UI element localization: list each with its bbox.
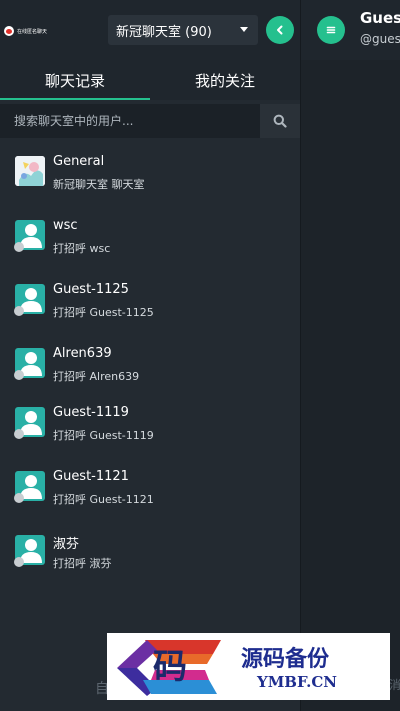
panel-divider <box>300 0 301 711</box>
chat-name: 淑芬 <box>53 537 80 552</box>
list-item[interactable]: Guest-1119 打招呼 Guest-1119 <box>0 393 300 449</box>
list-item[interactable]: Alren639 打招呼 Alren639 <box>0 334 300 390</box>
chat-subtitle: 打招呼 Guest-1119 <box>53 429 154 442</box>
chat-name: Guest-1119 <box>53 405 129 420</box>
chat-name: General <box>53 154 105 169</box>
footer-right-text: 消 <box>389 678 400 692</box>
search-icon <box>273 114 287 128</box>
status-dot <box>14 557 24 567</box>
status-dot <box>14 370 24 380</box>
watermark-title: 源码备份 <box>241 646 330 672</box>
sidebar-topbar: 在线匿名聊天 新冠聊天室 (90) <box>0 0 300 60</box>
logo-text: 在线匿名聊天 <box>17 28 48 35</box>
status-dot <box>14 242 24 252</box>
chat-header: Gues @gues <box>301 0 400 60</box>
watermark-char: 码 <box>153 647 187 687</box>
status-dot <box>14 429 24 439</box>
room-image <box>15 156 45 186</box>
app-logo[interactable]: 在线匿名聊天 <box>4 24 47 38</box>
chat-name: Alren639 <box>53 346 112 361</box>
search-input[interactable] <box>0 104 260 138</box>
watermark-banner: 码 源码备份 YMBF.CN <box>107 633 390 700</box>
chat-subtitle: 打招呼 淑芬 <box>53 557 112 570</box>
user-handle: @gues <box>360 32 400 46</box>
list-item[interactable]: 淑芬 打招呼 淑芬 <box>0 521 300 577</box>
list-item[interactable]: General 新冠聊天室 聊天室 <box>0 142 300 198</box>
chat-name: Guest-1121 <box>53 469 129 484</box>
list-item[interactable]: Guest-1121 打招呼 Guest-1121 <box>0 457 300 513</box>
chevron-left-icon <box>277 25 283 35</box>
status-dot <box>14 306 24 316</box>
logo-icon <box>4 26 14 36</box>
chat-subtitle: 打招呼 Guest-1125 <box>53 306 154 319</box>
chat-subtitle: 打招呼 Guest-1121 <box>53 493 154 506</box>
chevron-down-icon <box>240 27 248 32</box>
list-item[interactable]: Guest-1125 打招呼 Guest-1125 <box>0 270 300 326</box>
room-select-value: 新冠聊天室 (90) <box>116 24 212 40</box>
menu-button[interactable] <box>317 16 345 44</box>
status-dot <box>14 493 24 503</box>
search-button[interactable] <box>260 104 300 138</box>
menu-icon <box>326 26 336 34</box>
tab-following[interactable]: 我的关注 <box>150 60 300 100</box>
chat-name: Guest-1125 <box>53 282 129 297</box>
room-select[interactable]: 新冠聊天室 (90) <box>108 15 258 45</box>
sidebar-tabs: 聊天记录 我的关注 <box>0 60 300 100</box>
chat-name: wsc <box>53 218 78 233</box>
chat-subtitle: 新冠聊天室 聊天室 <box>53 178 145 191</box>
user-title: Gues <box>360 9 400 27</box>
list-item[interactable]: wsc 打招呼 wsc <box>0 206 300 262</box>
chat-subtitle: 打招呼 wsc <box>53 242 111 255</box>
sidebar: 在线匿名聊天 新冠聊天室 (90) 聊天记录 我的关注 搜索聊天室中的用户...… <box>0 0 300 711</box>
watermark-url: YMBF.CN <box>257 673 338 691</box>
search-bar <box>0 104 300 138</box>
tab-chat-history[interactable]: 聊天记录 <box>0 60 150 100</box>
collapse-sidebar-button[interactable] <box>266 16 294 44</box>
chat-subtitle: 打招呼 Alren639 <box>53 370 140 383</box>
